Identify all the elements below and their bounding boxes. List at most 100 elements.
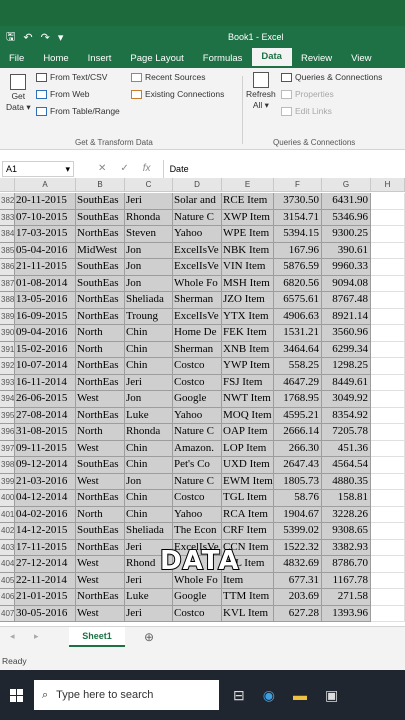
table-cell[interactable]: SouthEas <box>76 275 125 292</box>
table-cell[interactable]: MSH Item <box>222 275 274 292</box>
table-cell[interactable]: 3464.64 <box>274 341 322 358</box>
table-cell[interactable]: Jeri <box>125 193 173 210</box>
edit-links-button[interactable]: Edit Links <box>281 106 332 116</box>
table-cell[interactable]: 1805.73 <box>274 473 322 490</box>
table-cell[interactable]: ExcelIsVe <box>173 242 222 259</box>
table-cell[interactable]: Jon <box>125 275 173 292</box>
empty-cell[interactable] <box>371 605 405 622</box>
table-cell[interactable]: West <box>76 440 125 457</box>
table-cell[interactable]: 5876.59 <box>274 259 322 276</box>
table-cell[interactable]: Chin <box>125 506 173 523</box>
table-cell[interactable]: SouthEas <box>76 457 125 474</box>
row-header[interactable]: 383 <box>0 209 15 226</box>
table-cell[interactable]: Rhonda <box>125 424 173 441</box>
column-header-a[interactable]: A <box>15 178 76 192</box>
column-header-b[interactable]: B <box>76 178 125 192</box>
row-header[interactable]: 400 <box>0 490 15 507</box>
refresh-all-button[interactable]: Refresh All ▾ <box>246 72 276 111</box>
table-cell[interactable]: Chin <box>125 457 173 474</box>
table-cell[interactable]: 9094.08 <box>322 275 371 292</box>
empty-cell[interactable] <box>371 556 405 573</box>
empty-cell[interactable] <box>371 325 405 342</box>
table-cell[interactable]: Chin <box>125 490 173 507</box>
empty-cell[interactable] <box>371 589 405 606</box>
table-cell[interactable]: Pet's Co <box>173 457 222 474</box>
empty-cell[interactable] <box>371 308 405 325</box>
table-cell[interactable]: Costco <box>173 358 222 375</box>
empty-cell[interactable] <box>371 506 405 523</box>
file-explorer-icon[interactable]: ▬ <box>293 687 307 704</box>
table-cell[interactable]: 30-05-2016 <box>15 605 76 622</box>
table-cell[interactable]: West <box>76 572 125 589</box>
table-cell[interactable]: Chin <box>125 341 173 358</box>
empty-cell[interactable] <box>371 539 405 556</box>
table-cell[interactable]: 167.96 <box>274 242 322 259</box>
table-cell[interactable]: Sheliada <box>125 292 173 309</box>
table-cell[interactable]: Jon <box>125 391 173 408</box>
table-cell[interactable]: 14-12-2015 <box>15 523 76 540</box>
from-text-csv-button[interactable]: From Text/CSV <box>36 72 107 82</box>
row-header[interactable]: 397 <box>0 440 15 457</box>
table-cell[interactable]: 17-11-2015 <box>15 539 76 556</box>
table-cell[interactable]: North <box>76 424 125 441</box>
table-cell[interactable]: 8921.14 <box>322 308 371 325</box>
table-cell[interactable]: VIN Item <box>222 259 274 276</box>
row-header[interactable]: 391 <box>0 341 15 358</box>
table-cell[interactable]: NorthEas <box>76 308 125 325</box>
table-cell[interactable]: JZO Item <box>222 292 274 309</box>
table-cell[interactable]: XNB Item <box>222 341 274 358</box>
table-cell[interactable]: LOP Item <box>222 440 274 457</box>
redo-icon[interactable]: ↷ <box>41 31 50 44</box>
table-cell[interactable]: SouthEas <box>76 523 125 540</box>
table-cell[interactable]: Troung <box>125 308 173 325</box>
table-cell[interactable]: 16-11-2014 <box>15 374 76 391</box>
table-cell[interactable]: 8786.70 <box>322 556 371 573</box>
table-cell[interactable]: 4647.29 <box>274 374 322 391</box>
table-cell[interactable]: Rhonda <box>125 209 173 226</box>
table-cell[interactable]: 3154.71 <box>274 209 322 226</box>
table-cell[interactable]: 05-04-2016 <box>15 242 76 259</box>
row-header[interactable]: 384 <box>0 226 15 243</box>
empty-cell[interactable] <box>371 193 405 210</box>
tab-review[interactable]: Review <box>292 53 342 68</box>
table-cell[interactable]: 04-12-2014 <box>15 490 76 507</box>
table-cell[interactable]: 01-08-2014 <box>15 275 76 292</box>
table-cell[interactable]: 2666.14 <box>274 424 322 441</box>
table-cell[interactable]: Sheliada <box>125 523 173 540</box>
table-cell[interactable]: 09-04-2016 <box>15 325 76 342</box>
table-cell[interactable]: 13-05-2016 <box>15 292 76 309</box>
table-cell[interactable]: 09-12-2014 <box>15 457 76 474</box>
table-cell[interactable]: Jon <box>125 259 173 276</box>
table-cell[interactable]: 390.61 <box>322 242 371 259</box>
table-cell[interactable]: 3560.96 <box>322 325 371 342</box>
table-cell[interactable]: West <box>76 605 125 622</box>
tab-page-layout[interactable]: Page Layout <box>121 53 193 68</box>
table-cell[interactable]: 558.25 <box>274 358 322 375</box>
column-header-g[interactable]: G <box>322 178 371 192</box>
row-header[interactable]: 405 <box>0 572 15 589</box>
table-cell[interactable]: West <box>76 473 125 490</box>
table-cell[interactable]: 3228.26 <box>322 506 371 523</box>
table-cell[interactable]: RCA Item <box>222 506 274 523</box>
empty-cell[interactable] <box>371 572 405 589</box>
edge-icon[interactable]: ◉ <box>263 687 275 704</box>
table-cell[interactable]: ExcelIsVe <box>173 308 222 325</box>
table-cell[interactable]: Jon <box>125 242 173 259</box>
table-cell[interactable]: 6431.90 <box>322 193 371 210</box>
get-data-button[interactable]: Get Data ▾ <box>6 74 31 113</box>
table-cell[interactable]: 1167.78 <box>322 572 371 589</box>
row-header[interactable]: 407 <box>0 605 15 622</box>
row-header[interactable]: 402 <box>0 523 15 540</box>
column-header-d[interactable]: D <box>173 178 222 192</box>
table-cell[interactable]: 16-09-2015 <box>15 308 76 325</box>
empty-cell[interactable] <box>371 226 405 243</box>
empty-cell[interactable] <box>371 242 405 259</box>
table-cell[interactable]: 6820.56 <box>274 275 322 292</box>
table-cell[interactable]: 10-07-2014 <box>15 358 76 375</box>
table-cell[interactable]: Chin <box>125 358 173 375</box>
table-cell[interactable]: NorthEas <box>76 292 125 309</box>
table-cell[interactable]: Nature C <box>173 424 222 441</box>
tab-formulas[interactable]: Formulas <box>194 53 253 68</box>
row-header[interactable]: 386 <box>0 259 15 276</box>
table-cell[interactable]: Yahoo <box>173 226 222 243</box>
